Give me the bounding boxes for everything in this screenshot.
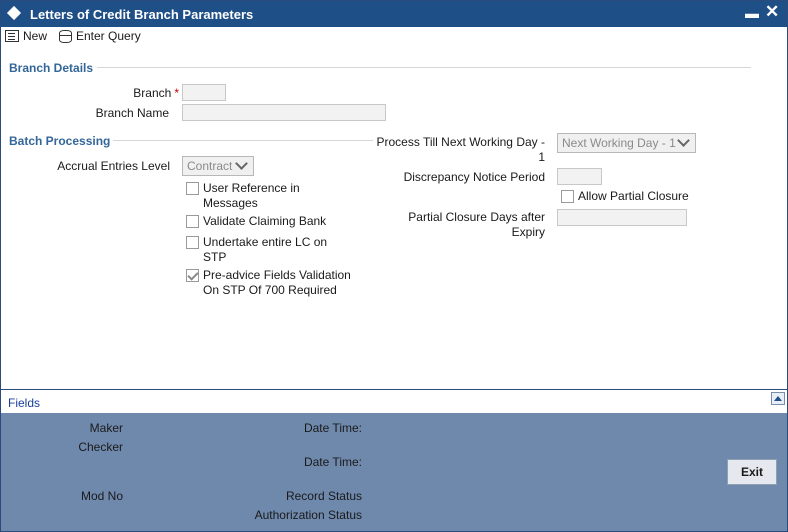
minimize-button[interactable]: ▬ xyxy=(745,5,759,21)
process-till-value: Next Working Day - 1 xyxy=(562,136,676,150)
toolbar: New Enter Query xyxy=(1,27,787,47)
process-till-label: Process Till Next Working Day - 1 xyxy=(376,135,546,164)
mod-no-label: Mod No xyxy=(80,489,123,503)
pre-advice-checkbox-row[interactable]: Pre-advice Fields Validation On STP Of 7… xyxy=(186,268,361,298)
allow-partial-closure-label: Allow Partial Closure xyxy=(578,189,689,203)
exit-button[interactable]: Exit xyxy=(727,459,777,485)
accrual-entries-label: Accrual Entries Level xyxy=(57,159,170,173)
fields-link[interactable]: Fields xyxy=(8,396,40,410)
validate-claiming-bank-checkbox-row[interactable]: Validate Claiming Bank xyxy=(186,214,356,229)
database-query-icon xyxy=(59,29,72,43)
diamond-icon xyxy=(6,5,22,21)
accrual-entries-select[interactable]: Contract xyxy=(182,156,254,176)
accrual-entries-value: Contract xyxy=(187,159,233,173)
checker-date-time-label: Date Time: xyxy=(303,455,362,469)
undertake-lc-checkbox-row[interactable]: Undertake entire LC on STP xyxy=(186,235,336,265)
window-title: Letters of Credit Branch Parameters xyxy=(30,7,254,22)
maker-label: Maker xyxy=(89,421,123,435)
user-reference-checkbox[interactable] xyxy=(186,182,199,195)
chevron-down-icon xyxy=(235,157,248,170)
collapse-up-icon[interactable] xyxy=(771,392,785,405)
record-status-label: Record Status xyxy=(285,489,362,503)
title-bar: Letters of Credit Branch Parameters ▬ ✕ xyxy=(1,1,787,27)
pre-advice-label: Pre-advice Fields Validation On STP Of 7… xyxy=(203,268,351,297)
undertake-lc-checkbox[interactable] xyxy=(186,236,199,249)
fields-bar: Fields xyxy=(1,389,787,413)
branch-input[interactable] xyxy=(182,84,226,101)
allow-partial-closure-checkbox[interactable] xyxy=(561,190,574,203)
branch-name-input[interactable] xyxy=(182,104,386,121)
partial-closure-days-label: Partial Closure Days after Expiry xyxy=(408,210,545,239)
branch-name-label: Branch Name xyxy=(95,106,169,120)
discrepancy-notice-input[interactable] xyxy=(557,168,602,185)
undertake-lc-label: Undertake entire LC on STP xyxy=(203,235,328,264)
chevron-down-icon xyxy=(677,134,690,147)
branch-details-divider xyxy=(97,67,751,68)
partial-closure-days-input[interactable] xyxy=(557,209,687,226)
maker-date-time-label: Date Time: xyxy=(303,421,362,435)
allow-partial-closure-row[interactable]: Allow Partial Closure xyxy=(561,189,711,204)
main-window: Letters of Credit Branch Parameters ▬ ✕ … xyxy=(0,0,788,532)
validate-claiming-bank-label: Validate Claiming Bank xyxy=(203,214,327,228)
authorization-status-label: Authorization Status xyxy=(254,508,362,522)
new-button-label: New xyxy=(23,29,48,43)
discrepancy-notice-label: Discrepancy Notice Period xyxy=(403,170,545,184)
validate-claiming-bank-checkbox[interactable] xyxy=(186,215,199,228)
required-marker: * xyxy=(174,86,179,100)
user-reference-label: User Reference in Messages xyxy=(203,181,300,210)
new-button[interactable]: New xyxy=(5,29,47,43)
process-till-select[interactable]: Next Working Day - 1 xyxy=(557,133,696,153)
branch-label: Branch xyxy=(133,86,172,100)
pre-advice-checkbox[interactable] xyxy=(186,269,199,282)
checker-label: Checker xyxy=(78,440,123,454)
audit-footer: Maker Checker Mod No Date Time: Date Tim… xyxy=(1,413,787,531)
enter-query-button[interactable]: Enter Query xyxy=(59,29,141,43)
close-button[interactable]: ✕ xyxy=(765,2,779,22)
branch-label-wrap: Branch * xyxy=(81,86,179,100)
branch-details-header: Branch Details xyxy=(9,61,94,75)
enter-query-label: Enter Query xyxy=(76,29,141,43)
user-reference-checkbox-row[interactable]: User Reference in Messages xyxy=(186,181,356,211)
batch-processing-header: Batch Processing xyxy=(9,134,111,148)
new-document-icon xyxy=(5,30,19,42)
batch-processing-divider xyxy=(113,140,373,141)
